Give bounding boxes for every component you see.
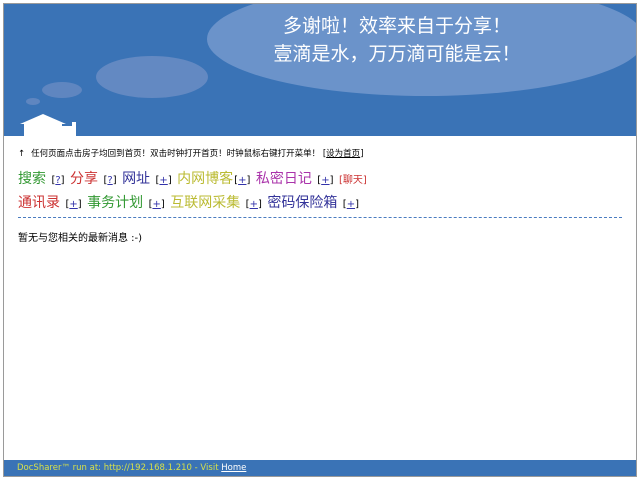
password-add[interactable]: [+]	[343, 199, 359, 210]
menu-share-link[interactable]: 分享	[70, 171, 98, 187]
slogan: 多谢啦！效率来自于分享！ 壹滴是水，万万滴可能是云！	[247, 12, 547, 68]
instruction-text: 任何页面点击房子均回到首页！双击时钟打开首页！时钟鼠标右键打开菜单！	[31, 149, 321, 159]
menu-contacts-link[interactable]: 通讯录	[18, 195, 60, 211]
bracket-close: ]	[112, 175, 117, 186]
plus-mark: +	[152, 199, 161, 210]
menu-chat-link[interactable]: [聊天]	[339, 175, 367, 186]
main-menu: 搜索 [?] 分享 [?] 网址 [+] 内网博客[+] 私密日记 [+] [聊…	[18, 168, 628, 216]
cloud-tiny	[26, 98, 40, 105]
plus-mark: +	[249, 199, 258, 210]
menu-search-link[interactable]: 搜索	[18, 171, 46, 187]
share-help[interactable]: [?]	[103, 175, 116, 186]
contacts-add[interactable]: [+]	[65, 199, 81, 210]
bracket-close: ]	[329, 175, 334, 186]
house-home-icon[interactable]	[16, 112, 82, 136]
cloud-medium	[96, 56, 208, 98]
bracket-close: ]	[257, 199, 262, 210]
menu-plan-link[interactable]: 事务计划	[87, 195, 143, 211]
bracket-close: ]	[77, 199, 82, 210]
page-frame: 多谢啦！效率来自于分享！ 壹滴是水，万万滴可能是云！ ↑ 任何页面点击房子均回到首…	[3, 3, 637, 477]
dashed-divider	[18, 217, 622, 218]
bracket-close: ]	[360, 149, 364, 159]
bracket-close: ]	[60, 175, 65, 186]
set-home-link[interactable]: 设为首页	[326, 149, 360, 159]
web-add[interactable]: [+]	[246, 199, 262, 210]
footer-home-link[interactable]: Home	[221, 463, 246, 473]
slogan-line-1: 多谢啦！效率来自于分享！	[282, 15, 511, 37]
plus-mark: +	[321, 175, 330, 186]
plus-mark: +	[346, 199, 356, 210]
plus-mark: +	[69, 199, 78, 210]
menu-diary-link[interactable]: 私密日记	[256, 171, 312, 187]
menu-url-link[interactable]: 网址	[122, 171, 150, 187]
url-add[interactable]: [+]	[156, 175, 172, 186]
plus-mark: +	[159, 175, 168, 186]
search-help[interactable]: [?]	[51, 175, 64, 186]
instruction-line: ↑ 任何页面点击房子均回到首页！双击时钟打开首页！时钟鼠标右键打开菜单！ [设为首…	[18, 147, 364, 159]
bracket-close: ]	[160, 199, 165, 210]
blog-add[interactable]: [+]	[234, 175, 250, 186]
footer-bar: DocSharer™ run at: http://192.168.1.210 …	[4, 460, 636, 476]
menu-web-collect-link[interactable]: 互联网采集	[170, 195, 240, 211]
footer-text: DocSharer™ run at: http://192.168.1.210 …	[17, 463, 222, 473]
menu-password-link[interactable]: 密码保险箱	[267, 195, 337, 211]
menu-row-2: 通讯录 [+] 事务计划 [+] 互联网采集 [+] 密码保险箱 [+]	[18, 192, 628, 216]
bracket-close: ]	[246, 175, 251, 186]
cloud-small	[42, 82, 82, 98]
no-message-text: 暂无与您相关的最新消息 :-)	[18, 233, 143, 244]
diary-add[interactable]: [+]	[317, 175, 333, 186]
bracket-close: ]	[167, 175, 172, 186]
menu-row-1: 搜索 [?] 分享 [?] 网址 [+] 内网博客[+] 私密日记 [+] [聊…	[18, 168, 628, 192]
bracket-close: ]	[355, 199, 359, 210]
slogan-line-2: 壹滴是水，万万滴可能是云！	[273, 43, 521, 65]
up-arrow-icon: ↑	[18, 149, 26, 159]
plan-add[interactable]: [+]	[149, 199, 165, 210]
menu-blog-link[interactable]: 内网博客	[177, 171, 233, 187]
header-banner: 多谢啦！效率来自于分享！ 壹滴是水，万万滴可能是云！	[4, 4, 636, 136]
